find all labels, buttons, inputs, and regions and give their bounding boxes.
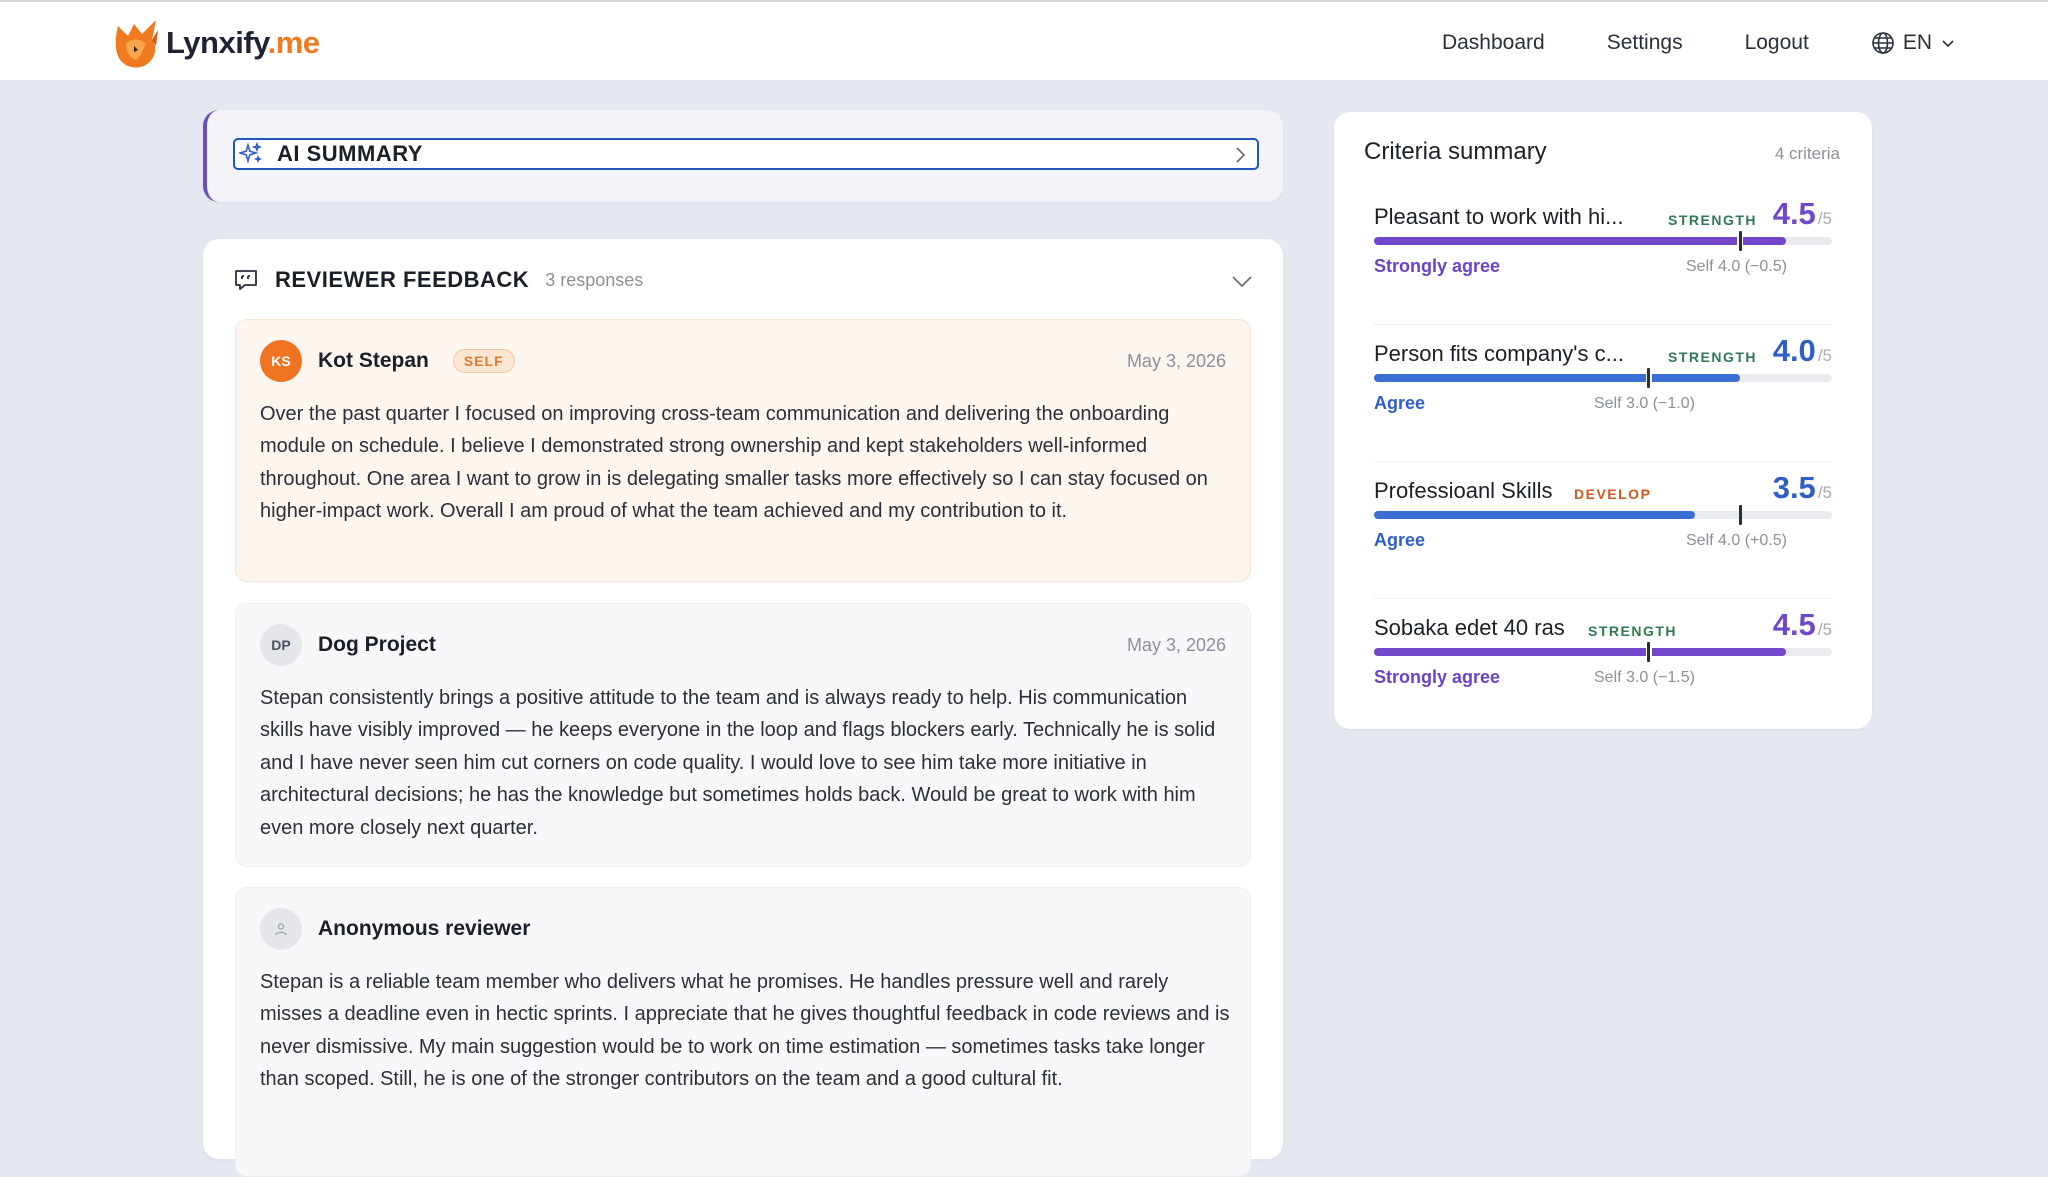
- reviewer-feedback-card: REVIEWER FEEDBACK 3 responses KS Kot Ste…: [203, 239, 1283, 1177]
- criterion-score: 3.5/5: [1772, 470, 1832, 505]
- criterion-self-score: Self 4.0 (+0.5): [1686, 532, 1787, 549]
- chevron-down-icon[interactable]: [1231, 275, 1253, 289]
- criteria-summary-card: Criteria summary 4 criteria Pleasant to …: [1334, 112, 1872, 729]
- criterion-self-score: Self 4.0 (−0.5): [1686, 258, 1787, 275]
- review-header: DP Dog Project: [260, 624, 436, 666]
- criterion-agreement: Agree: [1374, 530, 1426, 550]
- review-date: May 3, 2026: [1126, 351, 1226, 371]
- nav-settings[interactable]: Settings: [1607, 31, 1683, 55]
- criterion-bar-fill: [1374, 237, 1787, 245]
- criterion-name: Professioanl Skills: [1374, 478, 1553, 503]
- avatar: KS: [260, 340, 302, 382]
- sparkle-icon: [239, 142, 263, 164]
- criterion-self-score: Self 3.0 (−1.5): [1594, 669, 1695, 686]
- criteria-count: 4 criteria: [1774, 144, 1840, 163]
- review-text: Over the past quarter I focused on impro…: [260, 403, 1208, 523]
- criterion-bar: [1374, 505, 1832, 525]
- comment-quote-icon: [235, 270, 257, 290]
- criterion-agreement: Strongly agree: [1374, 256, 1501, 276]
- criterion-bar-fill: [1374, 374, 1741, 382]
- main-nav: Dashboard Settings Logout EN: [1380, 2, 1956, 83]
- chevron-right-icon: [1236, 147, 1246, 163]
- chevron-down-icon: [1942, 39, 1954, 47]
- criteria-title: Criteria summary: [1364, 138, 1547, 165]
- feedback-header[interactable]: REVIEWER FEEDBACK 3 responses: [233, 267, 643, 293]
- user-icon: [275, 923, 287, 936]
- criterion-self-score: Self 3.0 (−1.0): [1594, 395, 1695, 412]
- criterion-bar-fill: [1374, 511, 1695, 519]
- review-text: Stepan is a reliable team member who del…: [260, 971, 1230, 1091]
- anonymous-avatar: [260, 908, 302, 950]
- review-card: DP Dog Project May 3, 2026 Stepan consis…: [235, 603, 1251, 867]
- nav-logout[interactable]: Logout: [1745, 31, 1809, 55]
- review-card-anonymous: Anonymous reviewer Stepan is a reliable …: [235, 887, 1251, 1177]
- language-selector[interactable]: EN: [1871, 31, 1956, 55]
- self-badge: SELF: [452, 349, 515, 373]
- self-score-marker: [1738, 231, 1742, 251]
- criterion-agreement: Strongly agree: [1374, 667, 1501, 687]
- criterion-score: 4.0/5: [1772, 333, 1832, 368]
- review-card-self: KS Kot Stepan SELF May 3, 2026 Over the …: [235, 319, 1251, 582]
- criterion-tag: STRENGTH: [1668, 212, 1757, 228]
- nav-dashboard[interactable]: Dashboard: [1442, 31, 1545, 55]
- globe-icon: [1872, 31, 1894, 54]
- reviewer-name: Anonymous reviewer: [318, 917, 531, 940]
- avatar: DP: [260, 624, 302, 666]
- ai-summary-toggle[interactable]: AI SUMMARY: [233, 138, 1259, 170]
- feedback-title: REVIEWER FEEDBACK: [275, 267, 530, 292]
- criterion-row[interactable]: Sobaka edet 40 ras STRENGTH 4.5/5 Strong…: [1374, 599, 1832, 736]
- criterion-bar: [1374, 231, 1832, 251]
- criterion-row[interactable]: Pleasant to work with hi... STRENGTH 4.5…: [1374, 188, 1832, 325]
- criterion-name: Sobaka edet 40 ras: [1374, 615, 1565, 640]
- reviewer-name: Kot Stepan: [318, 349, 429, 372]
- criterion-bar: [1374, 642, 1832, 662]
- top-navigation-bar: Lynxify.me Dashboard Settings Logout EN: [0, 0, 2048, 81]
- criterion-agreement: Agree: [1374, 393, 1426, 413]
- review-header: KS Kot Stepan SELF: [260, 340, 515, 382]
- language-label: EN: [1902, 30, 1932, 54]
- criterion-tag: STRENGTH: [1588, 623, 1677, 639]
- self-score-marker: [1647, 642, 1651, 662]
- criterion-tag: STRENGTH: [1668, 349, 1757, 365]
- criterion-row[interactable]: Person fits company's c... STRENGTH 4.0/…: [1374, 325, 1832, 462]
- ai-summary-card: AI SUMMARY: [203, 110, 1283, 202]
- criterion-score: 4.5/5: [1772, 196, 1832, 231]
- review-header: Anonymous reviewer: [260, 908, 530, 950]
- ai-summary-title: AI SUMMARY: [277, 141, 423, 166]
- brand-name: Lynxify.me: [166, 25, 320, 60]
- criterion-bar-fill: [1374, 648, 1787, 656]
- criterion-name: Person fits company's c...: [1374, 341, 1624, 366]
- reviewer-name: Dog Project: [318, 633, 436, 656]
- self-score-marker: [1738, 505, 1742, 525]
- criterion-bar: [1374, 368, 1832, 388]
- brand-logo[interactable]: Lynxify.me: [112, 16, 320, 70]
- review-text: Stepan consistently brings a positive at…: [260, 687, 1216, 839]
- self-score-marker: [1647, 368, 1651, 388]
- lynx-head-logo-icon: [115, 20, 158, 68]
- feedback-response-count: 3 responses: [545, 269, 644, 290]
- review-date: May 3, 2026: [1126, 635, 1226, 655]
- criterion-row[interactable]: Professioanl Skills DEVELOP 3.5/5 Agree …: [1374, 462, 1832, 599]
- criterion-score: 4.5/5: [1772, 607, 1832, 642]
- criterion-name: Pleasant to work with hi...: [1374, 204, 1624, 229]
- criterion-tag: DEVELOP: [1574, 486, 1652, 502]
